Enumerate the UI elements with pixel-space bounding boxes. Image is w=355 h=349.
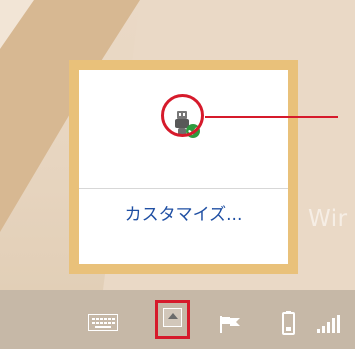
popup-content: カスタマイズ... xyxy=(79,70,338,264)
flag-icon[interactable] xyxy=(219,314,243,333)
taskbar xyxy=(0,290,355,349)
highlight-circle xyxy=(161,94,204,137)
callout-line xyxy=(205,116,338,118)
battery-icon[interactable] xyxy=(282,311,295,335)
popup-icon-area xyxy=(79,70,338,189)
desktop-watermark: Wir xyxy=(308,206,348,232)
show-hidden-icons-button[interactable] xyxy=(155,300,190,339)
customize-link[interactable]: カスタマイズ... xyxy=(79,200,288,225)
keyboard-icon[interactable] xyxy=(88,314,118,331)
notification-overflow-popup: カスタマイズ... xyxy=(69,60,338,274)
show-hidden-icons-box xyxy=(163,308,182,327)
network-icon[interactable] xyxy=(317,315,341,333)
chevron-up-icon xyxy=(168,313,178,319)
